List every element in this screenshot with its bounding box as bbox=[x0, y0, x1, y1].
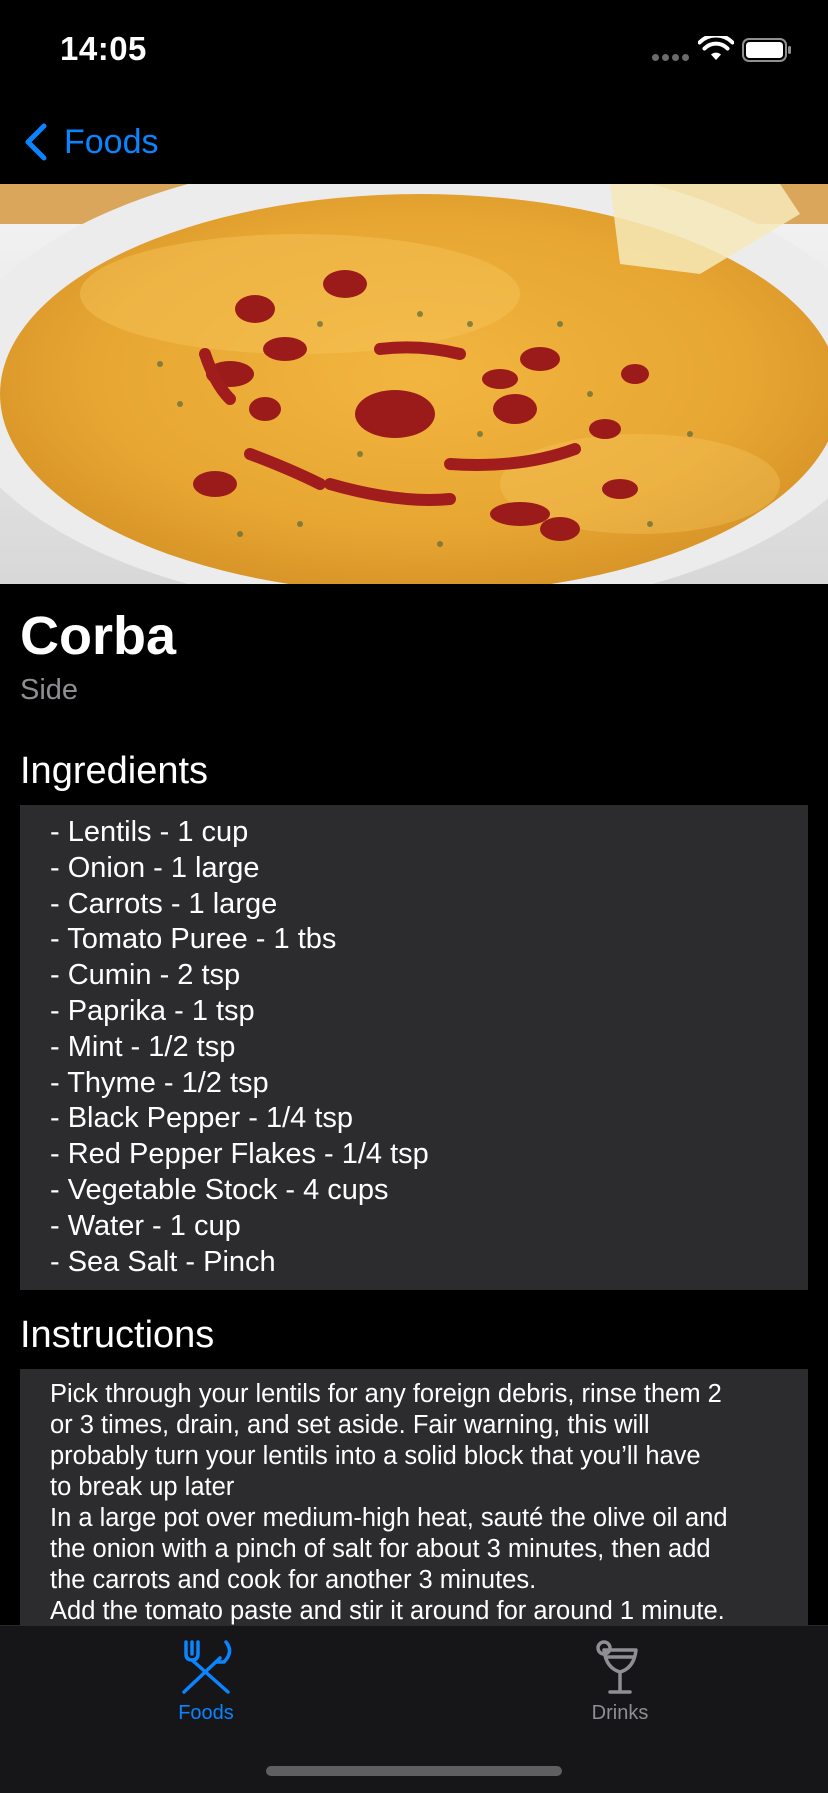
navigation-bar: Foods bbox=[0, 100, 828, 184]
instruction-line: Add the tomato paste and stir it around … bbox=[50, 1597, 725, 1625]
ingredient-item: - Water - 1 cup bbox=[50, 1209, 241, 1242]
tab-bar: Foods Drinks bbox=[0, 1625, 828, 1793]
chevron-left-icon bbox=[25, 123, 47, 161]
wifi-icon bbox=[698, 36, 734, 60]
cellular-signal-icon bbox=[652, 54, 692, 62]
meal-image bbox=[0, 184, 828, 584]
battery-icon bbox=[742, 38, 791, 62]
instruction-line: In a large pot over medium-high heat, sa… bbox=[50, 1504, 728, 1532]
ingredient-item: - Vegetable Stock - 4 cups bbox=[50, 1173, 389, 1206]
ingredient-item: - Thyme - 1/2 tsp bbox=[50, 1066, 269, 1099]
cocktail-glass-icon bbox=[596, 1640, 638, 1694]
meal-title: Corba bbox=[20, 606, 177, 666]
tab-drinks[interactable]: Drinks bbox=[520, 1638, 720, 1725]
instruction-line: probably turn your lentils into a solid … bbox=[50, 1442, 701, 1470]
instructions-heading: Instructions bbox=[20, 1314, 215, 1356]
instruction-line: or 3 times, drain, and set aside. Fair w… bbox=[50, 1411, 650, 1439]
status-bar: 14:05 bbox=[0, 0, 828, 100]
instructions-text[interactable]: Pick through your lentils for any foreig… bbox=[20, 1369, 808, 1629]
tab-foods[interactable]: Foods bbox=[106, 1638, 306, 1725]
ingredient-item: - Red Pepper Flakes - 1/4 tsp bbox=[50, 1138, 429, 1171]
instruction-line: to break up later bbox=[50, 1473, 235, 1501]
tab-drinks-label: Drinks bbox=[591, 1702, 649, 1724]
instruction-line: Pick through your lentils for any foreig… bbox=[50, 1380, 722, 1408]
tab-foods-label: Foods bbox=[178, 1702, 234, 1724]
soup-photo bbox=[0, 184, 828, 584]
ingredients-list: - Lentils - 1 cup - Onion - 1 large - Ca… bbox=[20, 805, 808, 1290]
ingredient-item: - Cumin - 2 tsp bbox=[50, 959, 241, 992]
back-button-label: Foods bbox=[64, 122, 159, 161]
ingredient-item: - Mint - 1/2 tsp bbox=[50, 1030, 236, 1063]
ingredient-item: - Black Pepper - 1/4 tsp bbox=[50, 1102, 354, 1135]
meal-category: Side bbox=[20, 674, 79, 706]
ingredient-item: - Tomato Puree - 1 tbs bbox=[50, 923, 337, 956]
ingredient-item: - Lentils - 1 cup bbox=[50, 816, 249, 848]
fork-knife-icon bbox=[182, 1640, 232, 1694]
instruction-line: the onion with a pinch of salt for about… bbox=[50, 1535, 711, 1563]
ingredient-item: - Onion - 1 large bbox=[50, 851, 260, 884]
ingredient-item: - Carrots - 1 large bbox=[50, 887, 278, 920]
ingredient-item: - Paprika - 1 tsp bbox=[50, 994, 255, 1027]
instruction-line: the carrots and cook for another 3 minut… bbox=[50, 1566, 537, 1594]
status-time: 14:05 bbox=[60, 30, 147, 67]
home-indicator[interactable] bbox=[266, 1766, 562, 1776]
ingredients-heading: Ingredients bbox=[20, 750, 209, 792]
back-button[interactable]: Foods bbox=[22, 120, 159, 164]
ingredient-item: - Sea Salt - Pinch bbox=[50, 1245, 276, 1278]
